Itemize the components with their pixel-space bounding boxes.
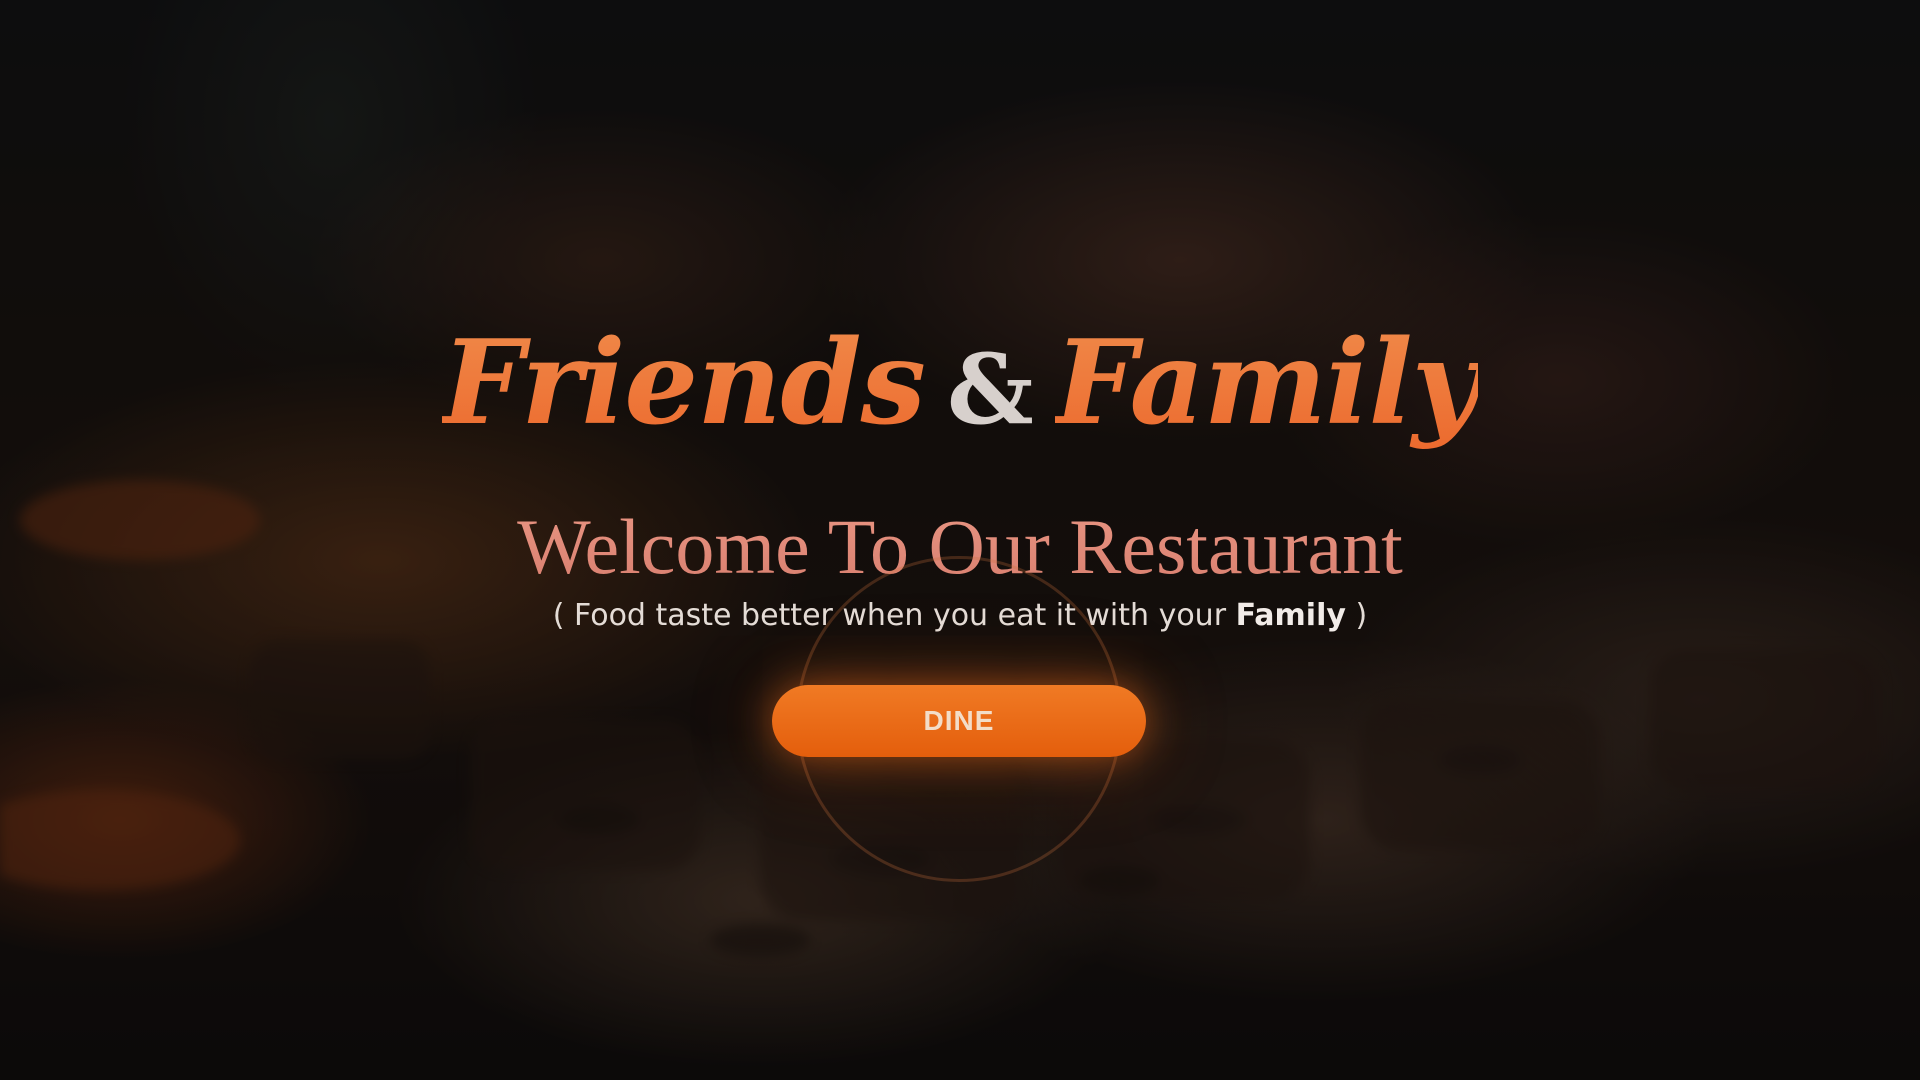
tagline-close: ) [1345,598,1368,633]
hero-content: Friends & Family Welcome To Our Restaurant… [0,0,1920,1080]
tagline-emphasis: Family [1235,598,1346,633]
brand-title: Friends & Family [0,325,1920,441]
brand-ampersand: & [946,333,1034,446]
brand-word-friends: Friends [441,315,926,451]
hero-section: Friends & Family Welcome To Our Restaurant… [0,0,1920,1080]
brand-word-family: Family [1054,315,1479,451]
dine-button[interactable]: DINE [772,685,1146,757]
